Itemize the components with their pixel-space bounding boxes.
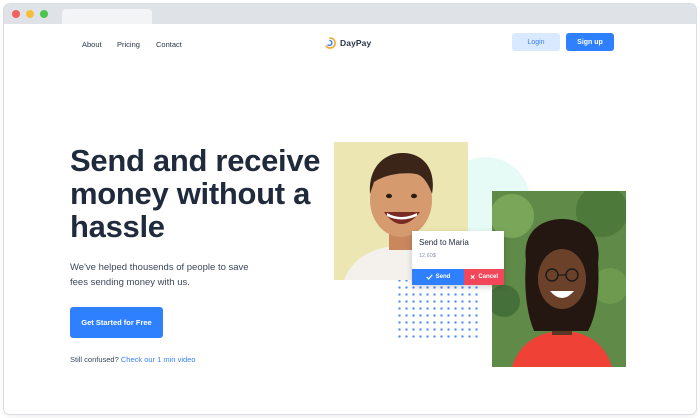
brand-logo[interactable]: DayPay: [324, 36, 371, 50]
check-icon: [426, 274, 433, 280]
login-button[interactable]: Login: [512, 33, 560, 51]
send-money-card: Send to Maria 12,60$ Send Cancel: [412, 231, 504, 285]
card-cancel-label: Cancel: [478, 274, 498, 280]
daypay-logo-icon: [325, 37, 336, 49]
nav-link-contact[interactable]: Contact: [156, 40, 182, 49]
browser-window: About Pricing Contact DayPay Login Sign …: [4, 4, 696, 414]
card-title: Send to Maria: [419, 238, 469, 247]
browser-tab[interactable]: [62, 9, 152, 24]
woman-portrait-illustration: [492, 191, 626, 367]
nav-link-pricing[interactable]: Pricing: [117, 40, 140, 49]
video-prompt: Still confused? Check our 1 min video: [70, 355, 196, 364]
brand-name: DayPay: [340, 38, 372, 48]
x-icon: [470, 274, 475, 280]
hero-subtext: We've helped thousends of people to save…: [70, 262, 249, 288]
woman-photo: [492, 191, 626, 367]
landing-page: About Pricing Contact DayPay Login Sign …: [4, 24, 696, 414]
maximize-window-dot[interactable]: [40, 10, 48, 18]
card-cancel-button[interactable]: Cancel: [464, 269, 504, 285]
close-window-dot[interactable]: [12, 10, 20, 18]
card-send-label: Send: [435, 274, 451, 280]
hero-headline: Send and receive money without a hassle: [70, 143, 321, 244]
signup-button[interactable]: Sign up: [566, 33, 614, 51]
confused-text: Still confused?: [70, 355, 119, 364]
video-link[interactable]: Check our 1 min video: [121, 355, 196, 364]
browser-chrome: [4, 4, 696, 24]
card-amount: 12,60$: [419, 253, 436, 259]
nav-link-about[interactable]: About: [82, 40, 102, 49]
minimize-window-dot[interactable]: [26, 10, 34, 18]
get-started-button[interactable]: Get Started for Free: [70, 307, 163, 338]
card-send-button[interactable]: Send: [412, 269, 464, 285]
